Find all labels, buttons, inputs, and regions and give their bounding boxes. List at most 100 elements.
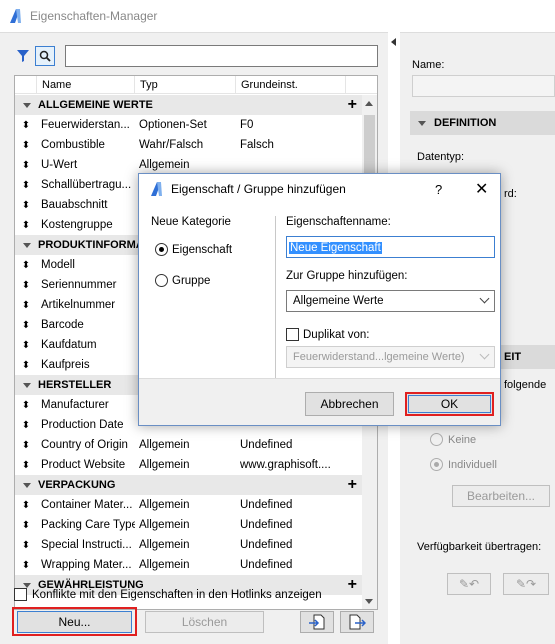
help-button[interactable]: ?	[435, 182, 442, 197]
collapse-triangle-icon[interactable]	[23, 482, 31, 488]
category-label: Neue Kategorie	[151, 216, 231, 228]
drag-handle-icon[interactable]: ⬍	[15, 340, 37, 351]
drag-handle-icon[interactable]: ⬍	[15, 180, 37, 191]
close-icon[interactable]: ✕	[475, 179, 488, 199]
window-title: Eigenschaften-Manager	[30, 9, 158, 23]
group-dropdown-value: Allgemeine Werte	[293, 295, 384, 307]
collapse-triangle-icon[interactable]	[23, 382, 31, 388]
cell-name: Seriennummer	[41, 279, 117, 291]
group-row[interactable]: ALLGEMEINE WERTE +	[15, 95, 363, 115]
radio-none[interactable]: Keine	[430, 433, 476, 446]
radio-none-button[interactable]	[430, 433, 443, 446]
cell-name: Country of Origin	[41, 439, 128, 451]
drag-handle-icon[interactable]: ⬍	[15, 500, 37, 511]
drag-handle-icon[interactable]: ⬍	[15, 280, 37, 291]
header-type[interactable]: Typ	[135, 76, 236, 94]
collapse-triangle-icon[interactable]	[23, 242, 31, 248]
table-row[interactable]: ⬍ U-Wert Allgemein	[15, 155, 363, 175]
inject-button[interactable]: ✎↷	[503, 573, 549, 595]
drag-handle-icon[interactable]: ⬍	[15, 120, 37, 131]
cancel-button[interactable]: Abbrechen	[305, 392, 394, 416]
header-sort[interactable]	[15, 76, 37, 94]
export-button[interactable]	[340, 611, 374, 633]
drag-handle-icon[interactable]: ⬍	[15, 260, 37, 271]
duplicate-option[interactable]: Duplikat von:	[286, 328, 369, 341]
radio-individual-button[interactable]	[430, 458, 443, 471]
drag-handle-icon[interactable]: ⬍	[15, 420, 37, 431]
add-to-group-icon[interactable]: +	[348, 576, 357, 594]
option-property-radio[interactable]	[155, 243, 168, 256]
cell-default: F0	[240, 119, 254, 131]
group-dropdown[interactable]: Allgemeine Werte	[286, 290, 495, 312]
drag-handle-icon[interactable]: ⬍	[15, 360, 37, 371]
drag-handle-icon[interactable]: ⬍	[15, 200, 37, 211]
scroll-up-icon[interactable]	[365, 101, 373, 106]
hotlink-conflicts-option[interactable]: Konflikte mit den Eigenschaften in den H…	[14, 588, 322, 601]
drag-handle-icon[interactable]: ⬍	[15, 440, 37, 451]
group-row[interactable]: VERPACKUNG +	[15, 475, 363, 495]
cell-name: Kaufpreis	[41, 359, 90, 371]
import-button[interactable]	[300, 611, 334, 633]
drag-handle-icon[interactable]: ⬍	[15, 140, 37, 151]
duplicate-dropdown-value: Feuerwiderstand...lgemeine Werte)	[293, 351, 465, 363]
table-row[interactable]: ⬍ Wrapping Mater... Allgemein Undefined	[15, 555, 363, 575]
hotlink-conflicts-label: Konflikte mit den Eigenschaften in den H…	[32, 588, 322, 601]
table-row[interactable]: ⬍ Container Mater... Allgemein Undefined	[15, 495, 363, 515]
drag-handle-icon[interactable]: ⬍	[15, 520, 37, 531]
drag-handle-icon[interactable]: ⬍	[15, 540, 37, 551]
radio-individual[interactable]: Individuell	[430, 458, 497, 471]
cell-type: Optionen-Set	[139, 119, 207, 131]
scroll-down-icon[interactable]	[365, 599, 373, 604]
add-property-dialog: Eigenschaft / Gruppe hinzufügen ? ✕ Neue…	[138, 173, 501, 426]
edit-button[interactable]: Bearbeiten...	[452, 485, 550, 507]
new-button[interactable]: Neu...	[17, 611, 132, 633]
header-default[interactable]: Grundeinst.	[236, 76, 346, 94]
filter-icon[interactable]	[14, 47, 32, 65]
drag-handle-icon[interactable]: ⬍	[15, 460, 37, 471]
duplicate-checkbox[interactable]	[286, 328, 299, 341]
ok-button[interactable]: OK	[405, 392, 494, 416]
drag-handle-icon[interactable]: ⬍	[15, 560, 37, 571]
delete-button[interactable]: Löschen	[145, 611, 264, 633]
collapse-triangle-icon[interactable]	[23, 582, 31, 588]
collapse-triangle-icon[interactable]	[23, 102, 31, 108]
add-to-group-icon[interactable]: +	[348, 476, 357, 494]
search-input[interactable]	[65, 45, 378, 67]
duplicate-dropdown[interactable]: Feuerwiderstand...lgemeine Werte)	[286, 346, 495, 368]
option-property[interactable]: Eigenschaft	[155, 243, 232, 256]
group-name: VERPACKUNG	[38, 479, 116, 491]
header-name[interactable]: Name	[37, 76, 135, 94]
option-property-label: Eigenschaft	[172, 243, 233, 256]
option-group-radio[interactable]	[155, 274, 168, 287]
drag-handle-icon[interactable]: ⬍	[15, 400, 37, 411]
name-field[interactable]	[412, 75, 555, 97]
drag-handle-icon[interactable]: ⬍	[15, 220, 37, 231]
table-row[interactable]: ⬍ Product Website Allgemein www.graphisoft.…	[15, 455, 363, 475]
window-titlebar: Eigenschaften-Manager	[0, 0, 555, 32]
syringe-icon: ✎↷	[515, 577, 537, 591]
hotlink-conflicts-checkbox[interactable]	[14, 588, 27, 601]
archicad-logo-icon	[10, 9, 21, 23]
table-row[interactable]: ⬍ Packing Care Type Allgemein Undefined	[15, 515, 363, 535]
table-row[interactable]: ⬍ Special Instructi... Allgemein Undefined	[15, 535, 363, 555]
table-row[interactable]: ⬍ Combustible Wahr/Falsch Falsch	[15, 135, 363, 155]
add-to-group-icon[interactable]: +	[348, 96, 357, 114]
drag-handle-icon[interactable]: ⬍	[15, 320, 37, 331]
pick-up-button[interactable]: ✎↶	[447, 573, 491, 595]
option-group[interactable]: Gruppe	[155, 274, 210, 287]
drag-handle-icon[interactable]: ⬍	[15, 300, 37, 311]
availability-section[interactable]: EIT	[500, 345, 555, 369]
cell-name: Container Mater...	[41, 499, 133, 511]
drag-handle-icon[interactable]: ⬍	[15, 160, 37, 171]
dialog-titlebar: Eigenschaft / Gruppe hinzufügen	[139, 174, 500, 204]
cell-name: Manufacturer	[41, 399, 109, 411]
collapse-arrow-icon[interactable]	[391, 38, 396, 46]
cell-type: Allgemein	[139, 459, 190, 471]
cell-default: www.graphisoft....	[240, 459, 331, 471]
cell-type: Allgemein	[139, 159, 190, 171]
property-name-input[interactable]: Neue Eigenschaft	[286, 236, 495, 258]
definition-section[interactable]: DEFINITION	[410, 111, 555, 135]
search-icon[interactable]	[35, 46, 55, 66]
table-row[interactable]: ⬍ Feuerwiderstan... Optionen-Set F0	[15, 115, 363, 135]
table-row[interactable]: ⬍ Country of Origin Allgemein Undefined	[15, 435, 363, 455]
